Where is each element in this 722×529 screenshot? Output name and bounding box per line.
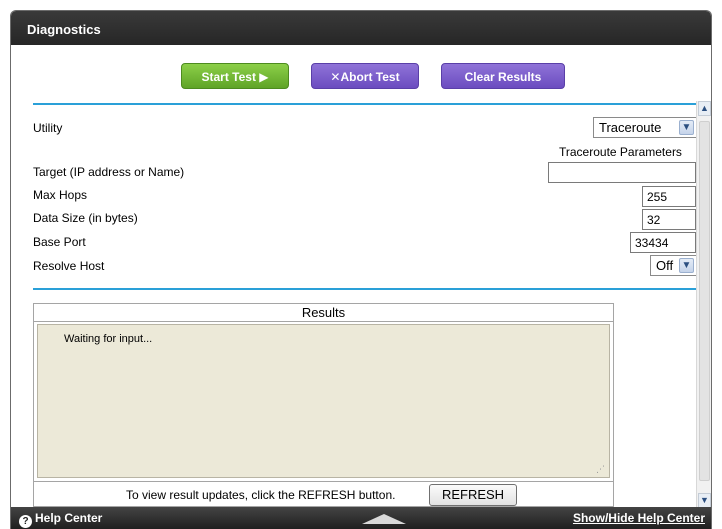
max-hops-label: Max Hops	[33, 188, 88, 202]
window-title: Diagnostics	[11, 11, 711, 45]
show-hide-help-center-link[interactable]: Show/Hide Help Center	[573, 511, 705, 525]
divider-bottom	[33, 288, 696, 290]
results-textarea[interactable]: Waiting for input... ⋰	[37, 324, 610, 478]
toolbar: Start Test ▶ ✕Abort Test Clear Results	[11, 63, 711, 91]
chevron-down-icon: ▼	[679, 258, 694, 273]
resize-grip-icon[interactable]: ⋰	[596, 464, 605, 475]
results-text: Waiting for input...	[64, 333, 153, 345]
utility-label: Utility	[33, 121, 63, 135]
resolve-host-value: Off	[656, 258, 674, 273]
base-port-input[interactable]: 33434	[630, 232, 696, 253]
base-port-label: Base Port	[33, 235, 86, 249]
scroll-up-icon[interactable]: ▲	[698, 101, 711, 116]
results-panel: Results Waiting for input... ⋰ To view r…	[33, 303, 614, 507]
utility-value: Traceroute	[599, 120, 662, 135]
params-heading: Traceroute Parameters	[559, 145, 682, 159]
triangle-up-icon[interactable]	[362, 514, 406, 524]
refresh-button[interactable]: REFRESH	[429, 484, 517, 506]
help-center-label: Help Center	[35, 511, 103, 525]
refresh-hint: To view result updates, click the REFRES…	[126, 488, 396, 502]
target-input[interactable]	[548, 162, 696, 183]
clear-results-button[interactable]: Clear Results	[441, 63, 565, 89]
resolve-host-label: Resolve Host	[33, 259, 105, 273]
data-size-input[interactable]: 32	[642, 209, 696, 230]
help-center-link[interactable]: ? Help Center	[19, 511, 102, 528]
start-test-button[interactable]: Start Test ▶	[181, 63, 289, 89]
results-heading: Results	[34, 304, 613, 322]
vertical-scrollbar[interactable]: ▲ ▼	[696, 101, 711, 508]
max-hops-input[interactable]: 255	[642, 186, 696, 207]
refresh-row: To view result updates, click the REFRES…	[34, 481, 613, 507]
target-label: Target (IP address or Name)	[33, 165, 185, 179]
chevron-down-icon: ▼	[679, 120, 694, 135]
help-footer: ? Help Center Show/Hide Help Center	[11, 507, 711, 529]
utility-select[interactable]: Traceroute ▼	[593, 117, 697, 138]
scroll-down-icon[interactable]: ▼	[698, 493, 711, 508]
divider-top	[33, 103, 696, 105]
resolve-host-select[interactable]: Off ▼	[650, 255, 697, 276]
scrollbar-thumb[interactable]	[699, 121, 710, 481]
data-size-label: Data Size (in bytes)	[33, 211, 138, 225]
help-icon: ?	[19, 515, 32, 528]
diagnostics-window: Diagnostics Start Test ▶ ✕Abort Test Cle…	[10, 10, 712, 529]
abort-test-button[interactable]: ✕Abort Test	[311, 63, 419, 89]
